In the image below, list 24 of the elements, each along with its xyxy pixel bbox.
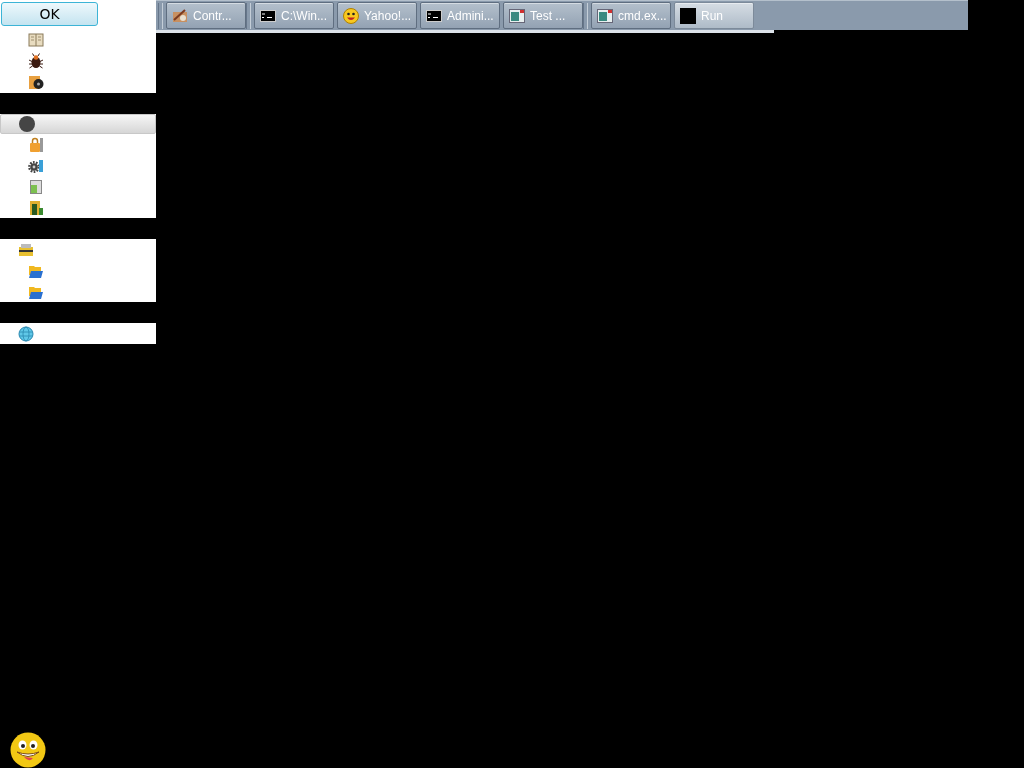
taskbar-button[interactable]: Admini...: [420, 2, 500, 29]
taskbar-button[interactable]: Run: [674, 2, 754, 29]
console-icon: [426, 7, 442, 24]
console-icon: [260, 7, 276, 24]
smiley-icon: [343, 7, 359, 24]
taskbar-button[interactable]: Test ...: [503, 2, 583, 29]
bar-chart-icon[interactable]: [28, 199, 44, 216]
bug-icon[interactable]: [28, 52, 44, 69]
ok-button[interactable]: OK: [1, 2, 98, 26]
square-icon: [680, 7, 696, 24]
taskbar-button[interactable]: C:\Win...: [254, 2, 334, 29]
toolbox-icon[interactable]: [18, 241, 34, 258]
taskbar-button[interactable]: cmd.ex...: [591, 2, 671, 29]
media-folder-icon[interactable]: [28, 73, 44, 90]
gear-icon[interactable]: [28, 157, 44, 174]
group-header[interactable]: [0, 114, 156, 134]
window-icon: [597, 7, 613, 24]
taskbar-button[interactable]: Yahoo!...: [337, 2, 417, 29]
window-icon: [509, 7, 525, 24]
tools-icon: [172, 7, 188, 24]
dot-icon: [19, 116, 35, 132]
taskbar-button[interactable]: Contr...: [166, 2, 246, 29]
globe-icon[interactable]: [18, 325, 34, 342]
smiley-icon[interactable]: [10, 732, 46, 768]
